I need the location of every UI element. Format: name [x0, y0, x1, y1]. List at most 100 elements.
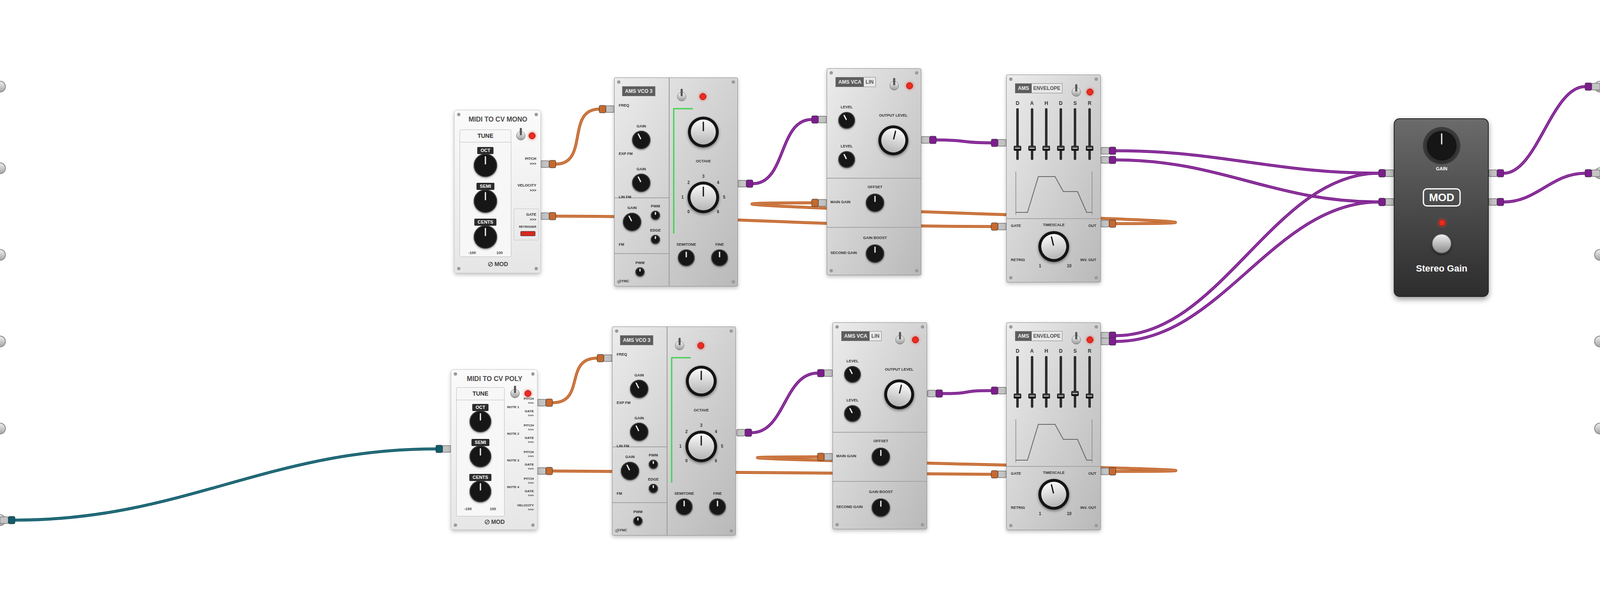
- cable-plug[interactable]: [1488, 198, 1504, 206]
- ams-envelope[interactable]: AMSENVELOPEDAHDSRGATEOUTTIMESCALE110RETR…: [1006, 74, 1101, 283]
- knob[interactable]: [633, 516, 643, 526]
- cable-plug[interactable]: [1100, 467, 1116, 476]
- power-toggle[interactable]: [677, 92, 687, 102]
- audio-cable[interactable]: [1100, 169, 1394, 340]
- ams-vca-lin[interactable]: AMS VCALINLEVELLEVELOUTPUT LEVELOFFSETGA…: [832, 322, 928, 530]
- cable-plug[interactable]: [0, 516, 15, 525]
- envelope-slider[interactable]: R: [1084, 100, 1095, 160]
- power-toggle[interactable]: [895, 335, 905, 345]
- knob[interactable]: [685, 430, 718, 463]
- ams-vco[interactable]: AMS VCO 3FREQEXP FMLIN FMFMSYNCGAINGAING…: [614, 77, 738, 287]
- cable-plug[interactable]: [991, 222, 1007, 231]
- cable-plug[interactable]: [927, 390, 943, 398]
- cable-plug[interactable]: [540, 160, 556, 168]
- power-toggle[interactable]: [1071, 87, 1081, 97]
- knob[interactable]: [473, 189, 498, 213]
- envelope-slider[interactable]: H: [1041, 348, 1052, 408]
- cable-plug[interactable]: [921, 136, 937, 144]
- knob[interactable]: [1425, 130, 1458, 162]
- knob[interactable]: [685, 365, 717, 397]
- knob[interactable]: [469, 480, 492, 503]
- envelope-slider[interactable]: A: [1027, 100, 1038, 160]
- audio-cable[interactable]: [1488, 169, 1600, 206]
- audio-cable[interactable]: [736, 369, 833, 437]
- cable-plug[interactable]: [1378, 169, 1394, 178]
- knob[interactable]: [648, 484, 658, 494]
- cable-plug[interactable]: [1488, 169, 1504, 178]
- cable-plug[interactable]: [811, 115, 827, 124]
- knob[interactable]: [844, 405, 861, 423]
- knob[interactable]: [884, 379, 915, 410]
- cable-plug[interactable]: [540, 212, 556, 220]
- ams-envelope[interactable]: AMSENVELOPEDAHDSRGATEOUTTIMESCALE110RETR…: [1006, 322, 1101, 531]
- cable-plug[interactable]: [737, 180, 753, 188]
- envelope-slider[interactable]: D: [1055, 348, 1066, 408]
- cable-plug[interactable]: [736, 429, 752, 437]
- cv-cable[interactable]: [537, 467, 1007, 479]
- knob[interactable]: [838, 151, 855, 168]
- envelope-slider[interactable]: D: [1012, 100, 1023, 160]
- slider-handle[interactable]: [1071, 391, 1079, 397]
- power-toggle[interactable]: [510, 389, 520, 399]
- cable-plug[interactable]: [1378, 198, 1394, 206]
- cable-plug[interactable]: [991, 139, 1007, 147]
- system-input-jack[interactable]: [0, 249, 6, 261]
- knob[interactable]: [709, 498, 726, 516]
- envelope-slider[interactable]: A: [1027, 348, 1038, 408]
- slider-handle[interactable]: [1071, 145, 1079, 151]
- cable-plug[interactable]: [597, 354, 613, 363]
- cable-plug[interactable]: [537, 399, 553, 407]
- knob[interactable]: [630, 380, 649, 399]
- slider-handle[interactable]: [1013, 145, 1022, 151]
- cable-plug[interactable]: [991, 470, 1007, 479]
- system-output-jack[interactable]: [1594, 422, 1600, 435]
- knob[interactable]: [630, 422, 649, 442]
- power-toggle[interactable]: [1071, 335, 1081, 345]
- knob[interactable]: [620, 462, 640, 481]
- slider-handle[interactable]: [1013, 393, 1022, 399]
- envelope-slider[interactable]: H: [1041, 100, 1052, 160]
- knob[interactable]: [677, 249, 695, 267]
- knob[interactable]: [878, 125, 909, 156]
- slider-handle[interactable]: [1028, 393, 1036, 399]
- power-toggle[interactable]: [889, 81, 899, 91]
- system-input-jack[interactable]: [0, 80, 6, 93]
- system-output-jack[interactable]: [1594, 249, 1600, 261]
- slider-handle[interactable]: [1085, 393, 1094, 399]
- midi-cable[interactable]: [0, 445, 451, 525]
- cable-plug[interactable]: [1378, 169, 1394, 178]
- knob[interactable]: [844, 366, 861, 383]
- cable-plug[interactable]: [599, 105, 615, 113]
- knob[interactable]: [650, 210, 660, 220]
- knob[interactable]: [632, 173, 651, 193]
- cable-plug[interactable]: [1100, 147, 1116, 155]
- ams-vco[interactable]: AMS VCO 3FREQEXP FMLIN FMFMSYNCGAINGAING…: [612, 326, 736, 536]
- cable-plug[interactable]: [817, 369, 833, 378]
- slider-handle[interactable]: [1028, 145, 1036, 151]
- slider-handle[interactable]: [1042, 145, 1050, 151]
- system-input-jack[interactable]: [0, 422, 6, 435]
- envelope-slider[interactable]: S: [1070, 348, 1080, 408]
- cv-cable[interactable]: [540, 212, 1007, 231]
- cv-cable[interactable]: [752, 199, 1176, 228]
- knob[interactable]: [1038, 479, 1070, 510]
- knob[interactable]: [838, 112, 855, 129]
- power-toggle[interactable]: [516, 131, 526, 141]
- envelope-slider[interactable]: R: [1084, 348, 1095, 408]
- slider-handle[interactable]: [1085, 145, 1094, 151]
- cable-plug[interactable]: [1585, 82, 1600, 91]
- audio-cable[interactable]: [1488, 82, 1600, 178]
- slider-handle[interactable]: [1057, 393, 1065, 399]
- cable-plug[interactable]: [435, 445, 451, 453]
- cv-cable[interactable]: [757, 453, 1176, 476]
- system-output-jack[interactable]: [1594, 335, 1600, 348]
- midi-to-cv-mono[interactable]: MIDI TO CV MONOTUNEOCTSEMICENTS-100100PI…: [454, 110, 541, 274]
- knob[interactable]: [865, 244, 885, 263]
- knob[interactable]: [1038, 231, 1070, 263]
- knob[interactable]: [635, 267, 645, 277]
- knob[interactable]: [687, 181, 720, 214]
- audio-cable[interactable]: [737, 115, 827, 188]
- audio-cable[interactable]: [927, 387, 1007, 398]
- cable-plug[interactable]: [1378, 198, 1394, 206]
- knob[interactable]: [711, 249, 728, 267]
